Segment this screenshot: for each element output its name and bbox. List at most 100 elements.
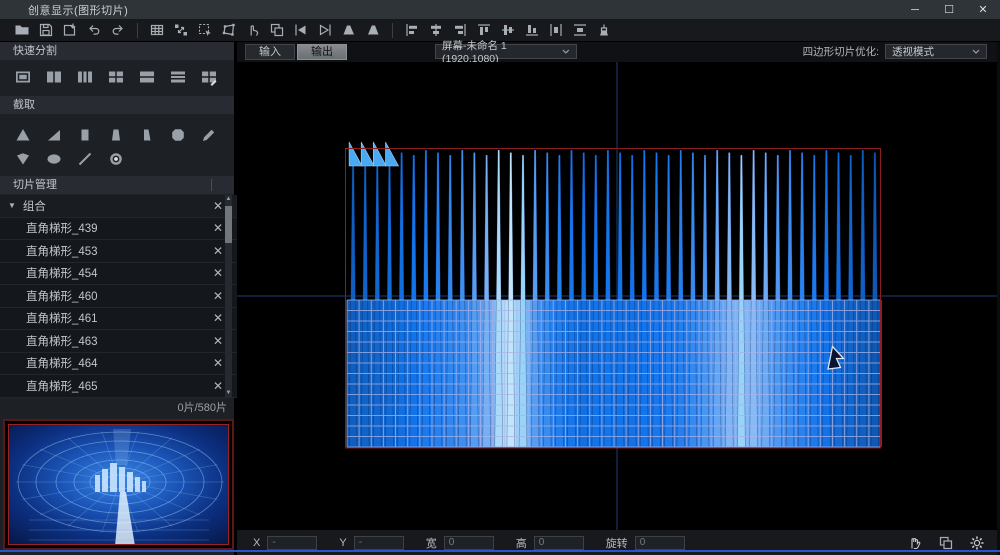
align-top-button[interactable] xyxy=(473,21,495,39)
rectangle-button[interactable] xyxy=(75,125,95,145)
open-folder-button[interactable] xyxy=(11,21,33,39)
app-window: 创意显示(图形切片) ─ ☐ ✕ 快速分割 截取 切片管理 xyxy=(0,0,1000,555)
list-item[interactable]: 直角梯形_465✕ xyxy=(0,375,237,398)
scroll-up-icon[interactable]: ▲ xyxy=(225,195,232,204)
field-input-0[interactable] xyxy=(267,536,317,550)
custom-grid-button[interactable] xyxy=(199,67,219,87)
table-grid-button[interactable] xyxy=(146,21,168,39)
canvas-graphic xyxy=(237,62,997,530)
right-trapezoid-button[interactable] xyxy=(137,125,157,145)
list-item[interactable]: 直角梯形_454✕ xyxy=(0,263,237,286)
flip-right-button[interactable] xyxy=(314,21,336,39)
maximize-button[interactable]: ☐ xyxy=(932,0,966,19)
align-middle-button[interactable] xyxy=(497,21,519,39)
skew-right-button[interactable] xyxy=(362,21,384,39)
scroll-down-icon[interactable]: ▼ xyxy=(225,389,232,398)
delete-slice-button[interactable]: ✕ xyxy=(213,267,223,279)
list-scrollbar[interactable]: ▲ ▼ xyxy=(225,195,232,398)
slice-label: 直角梯形_464 xyxy=(26,355,98,371)
align-bottom-icon xyxy=(524,22,540,38)
hand-icon[interactable] xyxy=(907,535,923,551)
list-item[interactable]: 直角梯形_463✕ xyxy=(0,330,237,353)
delete-slice-button[interactable]: ✕ xyxy=(213,290,223,302)
tab-output[interactable]: 输出 xyxy=(297,44,347,60)
field-旋转: 旋转 xyxy=(606,535,685,551)
flip-right-icon xyxy=(317,22,333,38)
delete-slice-button[interactable]: ✕ xyxy=(213,335,223,347)
align-left-icon xyxy=(404,22,420,38)
align-center-button[interactable] xyxy=(425,21,447,39)
redo-button[interactable] xyxy=(107,21,129,39)
gear-icon[interactable] xyxy=(969,535,985,551)
group-row[interactable]: ▼ 组合 ✕ xyxy=(0,195,237,218)
align-left-button[interactable] xyxy=(401,21,423,39)
field-input-3[interactable] xyxy=(534,536,584,550)
export-button[interactable] xyxy=(59,21,81,39)
right-triangle-button[interactable] xyxy=(44,125,64,145)
two-columns-button[interactable] xyxy=(44,67,64,87)
spotlight-button[interactable] xyxy=(106,149,126,169)
pen-button[interactable] xyxy=(199,125,219,145)
collapse-icon[interactable]: ▼ xyxy=(8,201,16,210)
slice-split-button[interactable] xyxy=(170,21,192,39)
field-input-1[interactable] xyxy=(354,536,404,550)
delete-slice-button[interactable]: ✕ xyxy=(213,245,223,257)
slice-manager-header: 切片管理 xyxy=(0,176,234,194)
grid-2x2-button[interactable] xyxy=(106,67,126,87)
list-item[interactable]: 直角梯形_461✕ xyxy=(0,308,237,331)
tab-input[interactable]: 输入 xyxy=(245,44,295,60)
source-preview xyxy=(3,419,234,550)
list-item[interactable]: 直角梯形_464 ✕ xyxy=(0,353,237,376)
slice-split-icon xyxy=(173,22,189,38)
field-input-2[interactable] xyxy=(444,536,494,550)
scrollbar-thumb[interactable] xyxy=(225,206,232,243)
ellipse-button[interactable] xyxy=(44,149,64,169)
close-button[interactable]: ✕ xyxy=(966,0,1000,19)
save-icon xyxy=(38,22,54,38)
line-button[interactable] xyxy=(75,149,95,169)
distribute-horizontal-icon xyxy=(548,22,564,38)
trapezoid-button[interactable] xyxy=(106,125,126,145)
optimize-select[interactable]: 透视模式 xyxy=(885,44,987,59)
touch-select-button[interactable] xyxy=(242,21,264,39)
field-input-4[interactable] xyxy=(635,536,685,550)
clear-brush-button[interactable] xyxy=(593,21,615,39)
distribute-vertical-button[interactable] xyxy=(569,21,591,39)
list-item[interactable]: 直角梯形_460✕ xyxy=(0,285,237,308)
minimize-button[interactable]: ─ xyxy=(898,0,932,19)
screen-select[interactable]: 屏幕-未命名 1 (1920,1080) xyxy=(435,44,577,59)
skew-left-button[interactable] xyxy=(338,21,360,39)
touch-select-icon xyxy=(245,22,261,38)
undo-button[interactable] xyxy=(83,21,105,39)
diamond-button[interactable] xyxy=(13,149,33,169)
two-rows-button[interactable] xyxy=(137,67,157,87)
three-columns-button[interactable] xyxy=(75,67,95,87)
align-bottom-button[interactable] xyxy=(521,21,543,39)
three-rows-button[interactable] xyxy=(168,67,188,87)
distribute-horizontal-button[interactable] xyxy=(545,21,567,39)
delete-slice-button[interactable]: ✕ xyxy=(213,222,223,234)
delete-group-button[interactable]: ✕ xyxy=(213,200,223,212)
one-cell-button[interactable] xyxy=(13,67,33,87)
field-label: Y xyxy=(339,537,346,549)
triangle-button[interactable] xyxy=(13,125,33,145)
free-transform-button[interactable] xyxy=(218,21,240,39)
duplicate-button[interactable] xyxy=(266,21,288,39)
delete-slice-button[interactable]: ✕ xyxy=(213,357,223,369)
list-item[interactable]: 直角梯形_453✕ xyxy=(0,240,237,263)
duplicate-icon[interactable] xyxy=(938,535,954,551)
grid-2x2-icon xyxy=(107,68,125,86)
delete-slice-button[interactable]: ✕ xyxy=(213,380,223,392)
delete-slice-button[interactable]: ✕ xyxy=(213,312,223,324)
flip-left-button[interactable] xyxy=(290,21,312,39)
toolbar-separator xyxy=(392,23,393,38)
list-item[interactable]: 直角梯形_439✕ xyxy=(0,218,237,241)
select-transform-button[interactable] xyxy=(194,21,216,39)
octagon-button[interactable] xyxy=(168,125,188,145)
main-area: 快速分割 截取 切片管理 ▼ 组合 ✕ 直角梯形_439✕直角梯形_453✕直角… xyxy=(0,42,1000,555)
save-button[interactable] xyxy=(35,21,57,39)
crop-shape-row-2 xyxy=(12,149,127,169)
field-label: 高 xyxy=(516,535,527,551)
align-right-button[interactable] xyxy=(449,21,471,39)
mapping-canvas[interactable] xyxy=(237,62,997,530)
